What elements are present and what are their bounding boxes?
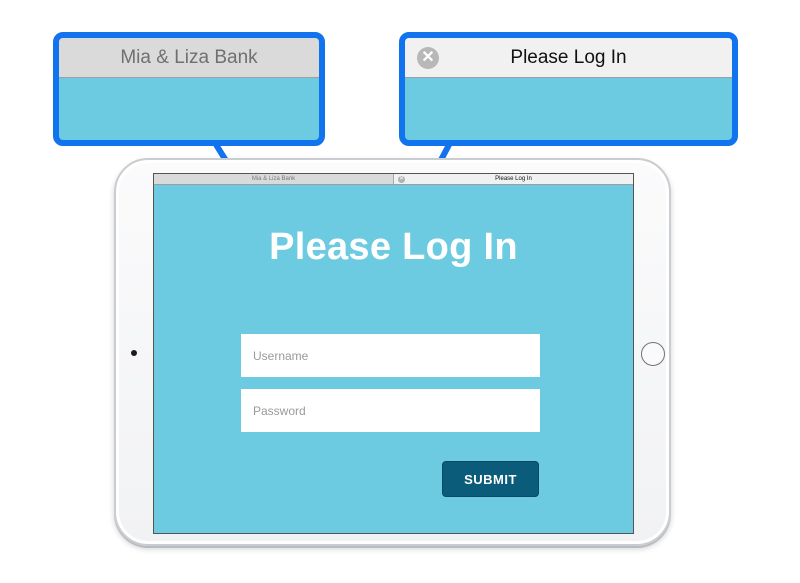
tab-bank-label: Mia & Liza Bank [120, 46, 258, 68]
submit-button[interactable]: SUBMIT [442, 461, 539, 497]
tab-login[interactable]: ✕ Please Log In [394, 174, 633, 184]
tab-login-zoomed[interactable]: ✕ Please Log In [405, 38, 732, 78]
password-input[interactable] [241, 389, 540, 432]
close-icon[interactable]: ✕ [417, 47, 439, 69]
callout-inactive-tab: Mia & Liza Bank [53, 32, 325, 146]
home-button[interactable] [641, 342, 665, 366]
tab-bank-zoomed[interactable]: Mia & Liza Bank [59, 38, 319, 78]
browser-tab-bar: Mia & Liza Bank ✕ Please Log In [154, 174, 633, 185]
ipad-screen: Mia & Liza Bank ✕ Please Log In Please L… [153, 173, 634, 534]
tab-login-label-small: Please Log In [495, 175, 532, 182]
page-title: Please Log In [269, 226, 518, 268]
callout-active-tab: ✕ Please Log In [399, 32, 738, 146]
close-icon[interactable]: ✕ [398, 176, 405, 183]
username-input[interactable] [241, 334, 540, 377]
tab-bank-label-small: Mia & Liza Bank [251, 175, 296, 182]
stage: Mia & Liza Bank ✕ Please Log In Mia & Li… [0, 0, 800, 583]
camera-icon [131, 350, 137, 356]
tab-login-label: Please Log In [510, 46, 627, 68]
tab-bank[interactable]: Mia & Liza Bank [154, 174, 394, 184]
